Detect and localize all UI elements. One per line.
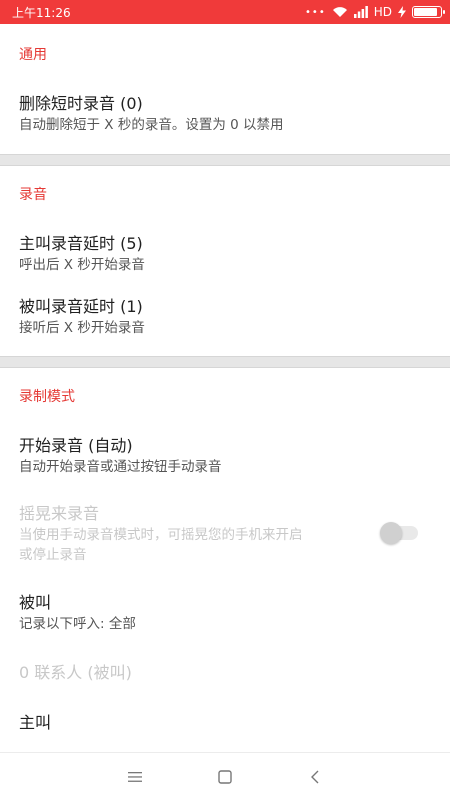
section-divider — [0, 154, 450, 166]
charging-icon — [398, 6, 406, 18]
item-title: 0 联系人 (被叫) — [19, 663, 132, 682]
battery-fill — [414, 8, 437, 16]
start-recording-mode-item[interactable]: 开始录音 (自动) 自动开始录音或通过按钮手动录音 — [0, 412, 450, 490]
section-header-general: 通用 — [19, 47, 47, 63]
item-title: 开始录音 (自动) — [19, 436, 133, 455]
item-subtitle: 记录以下呼入: 全部 — [19, 616, 136, 632]
section-header-mode: 录制模式 — [19, 389, 75, 405]
item-title: 摇晃来录音 — [19, 504, 100, 523]
section-header-recording: 录音 — [19, 187, 47, 203]
toggle-knob — [380, 522, 402, 544]
shake-record-toggle[interactable] — [380, 522, 418, 544]
menu-button[interactable] — [115, 757, 155, 797]
signal-icon — [353, 6, 368, 18]
item-subtitle-line2: 或停止录音 — [19, 547, 87, 563]
item-subtitle: 呼出后 X 秒开始录音 — [19, 257, 145, 273]
back-chevron-icon — [311, 770, 319, 783]
outgoing-delay-item[interactable]: 主叫录音延时 (5) 呼出后 X 秒开始录音 — [0, 210, 450, 282]
settings-list[interactable]: 通用 删除短时录音 (0) 自动删除短于 X 秒的录音。设置为 0 以禁用 录音… — [0, 24, 450, 752]
item-title: 被叫录音延时 (1) — [19, 297, 143, 316]
network-type: HD — [373, 5, 392, 19]
delete-short-recordings-item[interactable]: 删除短时录音 (0) 自动删除短于 X 秒的录音。设置为 0 以禁用 — [0, 70, 450, 154]
back-button[interactable] — [295, 757, 335, 797]
wifi-icon — [332, 6, 348, 18]
incoming-delay-item[interactable]: 被叫录音延时 (1) 接听后 X 秒开始录音 — [0, 282, 450, 356]
incoming-calls-filter-item[interactable]: 被叫 记录以下呼入: 全部 — [0, 570, 450, 646]
item-title: 主叫 — [19, 713, 52, 732]
home-square-icon — [218, 769, 232, 784]
outgoing-calls-filter-item[interactable]: 主叫 — [0, 702, 450, 752]
menu-icon — [128, 771, 142, 782]
item-subtitle: 接听后 X 秒开始录音 — [19, 320, 145, 336]
navigation-bar — [0, 752, 450, 800]
item-subtitle-line1: 当使用手动录音模式时，可摇晃您的手机来开启 — [19, 527, 303, 543]
item-subtitle: 自动开始录音或通过按钮手动录音 — [19, 459, 222, 475]
item-title: 被叫 — [19, 593, 52, 612]
item-title: 主叫录音延时 (5) — [19, 234, 143, 253]
item-subtitle: 自动删除短于 X 秒的录音。设置为 0 以禁用 — [19, 117, 284, 133]
battery-icon — [412, 6, 445, 18]
section-divider — [0, 356, 450, 368]
shake-to-record-item[interactable]: 摇晃来录音 当使用手动录音模式时，可摇晃您的手机来开启 或停止录音 — [0, 490, 450, 570]
item-title: 删除短时录音 (0) — [19, 94, 143, 113]
status-icons: ••• HD — [305, 5, 445, 19]
home-button[interactable] — [205, 757, 245, 797]
more-dots: ••• — [305, 6, 326, 18]
status-time: 上午11:26 — [12, 5, 71, 20]
status-bar: 上午11:26 ••• HD — [0, 0, 450, 24]
contacts-incoming-item[interactable]: 0 联系人 (被叫) — [0, 646, 450, 702]
